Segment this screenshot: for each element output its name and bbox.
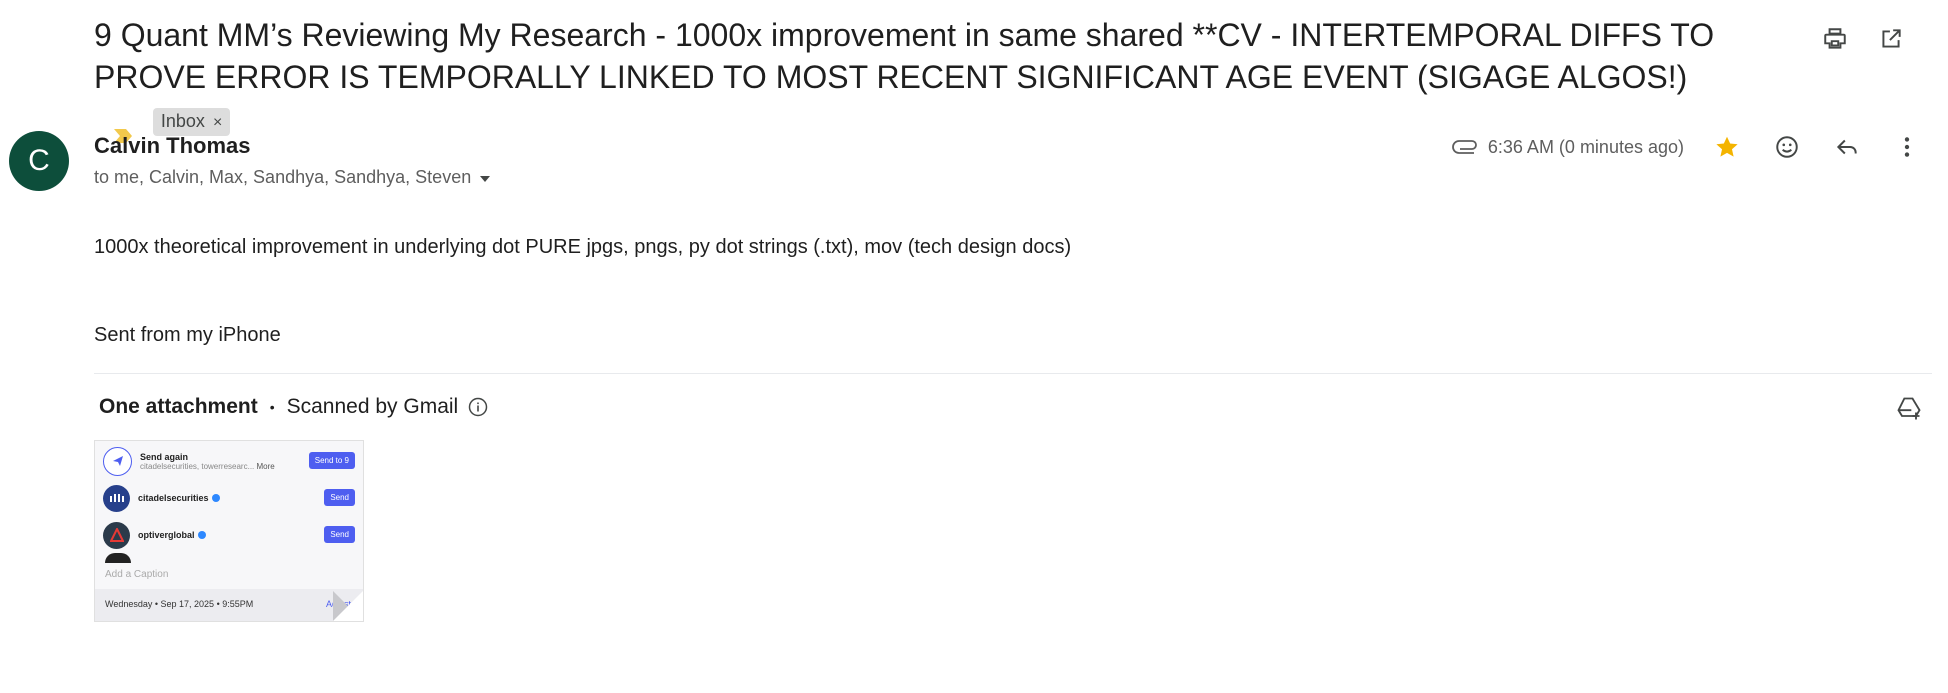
chevron-down-icon[interactable]	[479, 167, 491, 188]
message-body-line: 1000x theoretical improvement in underly…	[94, 236, 1072, 258]
thumb-row-title: citadelsecurities	[138, 493, 209, 503]
label-chip-text: Inbox	[160, 110, 205, 131]
add-to-drive-icon[interactable]	[1892, 392, 1926, 426]
attachment-thumbnail[interactable]: Send again citadelsecurities, towerresea…	[94, 440, 364, 622]
info-icon[interactable]	[468, 397, 488, 417]
verified-badge-icon	[211, 494, 220, 502]
attachments-header: One attachment • Scanned by Gmail	[99, 395, 488, 419]
message-signature: Sent from my iPhone	[94, 324, 281, 346]
thumb-row-send-again: Send again citadelsecurities, towerresea…	[103, 444, 355, 478]
thumb-send-button: Send	[324, 489, 355, 506]
sender-avatar[interactable]: C	[9, 131, 69, 191]
message-actions: 6:36 AM (0 minutes ago)	[1452, 130, 1924, 164]
thumb-caption-placeholder: Add a Caption	[105, 569, 169, 580]
thumb-more-link: More	[256, 461, 275, 471]
thumb-footer: Wednesday • Sep 17, 2025 • 9:55PM Adjust	[95, 589, 363, 621]
star-icon[interactable]	[1710, 130, 1744, 164]
thumb-row-citadel: citadelsecurities Send	[103, 481, 355, 515]
thumb-partial-avatar	[105, 553, 131, 563]
recipients-line[interactable]: to me, Calvin, Max, Sandhya, Sandhya, St…	[94, 167, 491, 188]
recipients-text: to me, Calvin, Max, Sandhya, Sandhya, St…	[94, 167, 472, 187]
attachments-count: One attachment	[99, 395, 258, 418]
thumb-row-title: optiverglobal	[138, 530, 195, 540]
attachment-clip-icon	[1452, 135, 1480, 160]
more-vert-icon[interactable]	[1890, 130, 1924, 164]
subject-actions	[1818, 22, 1908, 56]
email-subject: 9 Quant MM’s Reviewing My Research - 100…	[94, 14, 1734, 143]
scanned-label: Scanned by Gmail	[286, 395, 459, 418]
print-icon[interactable]	[1818, 22, 1852, 56]
open-in-new-window-icon[interactable]	[1874, 22, 1908, 56]
thumb-row-text: Send again citadelsecurities, towerresea…	[140, 452, 275, 471]
thumb-send-button: Send	[324, 526, 355, 543]
emoji-icon[interactable]	[1770, 130, 1804, 164]
thumb-row-title: Send again	[140, 451, 189, 462]
thumb-row-optiver: optiverglobal Send	[103, 518, 355, 552]
separator-dot: •	[269, 399, 275, 415]
send-arrow-icon	[103, 446, 132, 476]
attachment-divider	[94, 373, 1932, 374]
page-corner	[333, 591, 363, 621]
optiver-logo-icon	[103, 521, 130, 549]
remove-label-button[interactable]: ×	[213, 114, 222, 131]
thumb-send-button: Send to 9	[308, 452, 355, 469]
citadel-logo-icon	[103, 484, 130, 512]
sender-name[interactable]: Calvin Thomas	[94, 133, 250, 159]
message-time[interactable]: 6:36 AM (0 minutes ago)	[1488, 137, 1684, 158]
subject-text: 9 Quant MM’s Reviewing My Research - 100…	[94, 17, 1715, 95]
importance-marker-icon[interactable]	[112, 113, 134, 143]
thumb-row-subtitle: citadelsecurities, towerresearc...	[140, 461, 255, 471]
thumb-date: Wednesday • Sep 17, 2025 • 9:55PM	[105, 599, 254, 609]
label-chip-inbox: Inbox ×	[152, 107, 231, 136]
verified-badge-icon	[197, 531, 206, 539]
reply-icon[interactable]	[1830, 130, 1864, 164]
